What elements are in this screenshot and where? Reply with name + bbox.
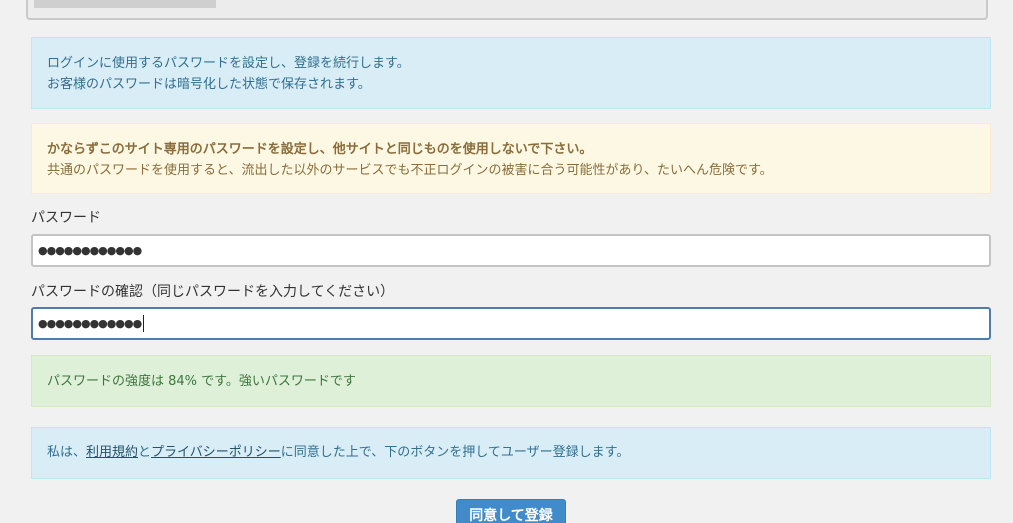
info-notice-line1: ログインに使用するパスワードを設定し、登録を続行します。 — [47, 56, 410, 71]
warning-notice-title: かならずこのサイト専用のパスワードを設定し、他サイトと同じものを使用しないで下さ… — [47, 142, 593, 157]
terms-link[interactable]: 利用規約 — [86, 445, 138, 460]
registration-page: ログインに使用するパスワードを設定し、登録を続行します。 お客様のパスワードは暗… — [0, 0, 1013, 523]
password-input-value: ●●●●●●●●●●●● — [38, 244, 142, 257]
agreement-prefix: 私は、 — [47, 445, 87, 460]
previous-input-field[interactable] — [26, 0, 988, 20]
info-notice: ログインに使用するパスワードを設定し、登録を続行します。 お客様のパスワードは暗… — [31, 37, 991, 109]
privacy-policy-link[interactable]: プライバシーポリシー — [151, 445, 281, 460]
agreement-and: と — [138, 445, 152, 460]
agreement-suffix: に同意した上で、下のボタンを押してユーザー登録します。 — [280, 445, 630, 460]
warning-notice-body: 共通のパスワードを使用すると、流出した以外のサービスでも不正ログインの被害に合う… — [47, 163, 773, 178]
text-caret — [143, 315, 145, 332]
agree-and-register-button[interactable]: 同意して登録 — [456, 499, 566, 523]
confirm-password-input[interactable]: ●●●●●●●●●●●● — [31, 307, 991, 340]
password-strength-notice: パスワードの強度は 84% です。強いパスワードです — [31, 355, 991, 407]
warning-notice: かならずこのサイト専用のパスワードを設定し、他サイトと同じものを使用しないで下さ… — [31, 123, 991, 194]
confirm-password-input-value: ●●●●●●●●●●●● — [38, 317, 142, 330]
password-strength-text: パスワードの強度は 84% です。強いパスワードです — [47, 374, 356, 389]
password-input[interactable]: ●●●●●●●●●●●● — [31, 234, 991, 267]
info-notice-line2: お客様のパスワードは暗号化した状態で保存されます。 — [47, 77, 371, 92]
redacted-value — [34, 0, 216, 8]
password-label: パスワード — [31, 210, 101, 226]
agreement-notice: 私は、利用規約とプライバシーポリシーに同意した上で、下のボタンを押してユーザー登… — [31, 427, 991, 479]
confirm-password-label: パスワードの確認（同じパスワードを入力してください） — [31, 284, 395, 300]
